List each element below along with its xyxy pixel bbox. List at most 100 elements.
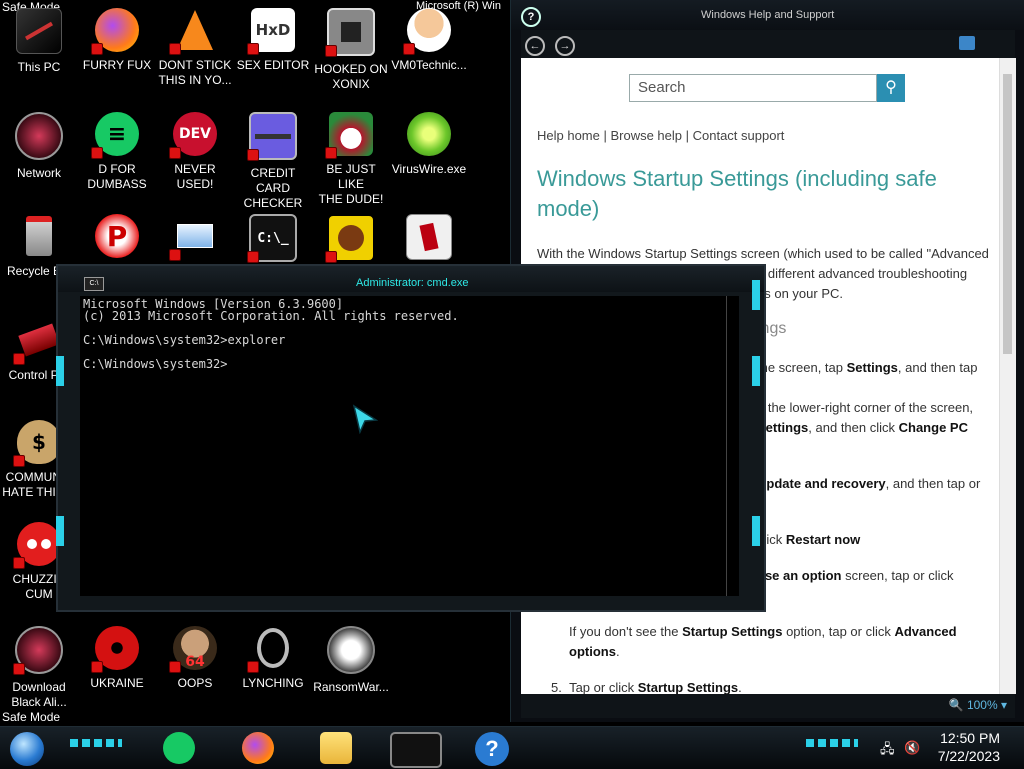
taskbar [0, 726, 1024, 769]
radiation-icon [91, 626, 139, 673]
forward-arrow-icon[interactable]: → [555, 36, 575, 56]
desktop-icon-label: RansomWar... [313, 680, 389, 694]
desktop-icon-label: BE JUST LIKE THE DUDE! [318, 162, 384, 206]
console-output[interactable]: Microsoft Windows [Version 6.3.9600] (c)… [80, 296, 726, 596]
firefox-icon [91, 8, 139, 55]
desktop-icon-network-share[interactable] [156, 214, 234, 264]
search-icon: ⚲ [885, 79, 897, 96]
network-icon [15, 112, 63, 160]
download-orb-icon [13, 626, 63, 675]
desktop-icon-label: VirusWire.exe [391, 162, 467, 176]
network-error-icon[interactable]: 🖧 [880, 740, 895, 762]
vlc-cone-icon [169, 8, 217, 55]
command-prompt-icon: C:\_ [247, 214, 297, 263]
cmd-window[interactable]: C:\ Administrator: cmd.exe Microsoft Win… [56, 264, 766, 612]
desktop-icon-network[interactable]: Network [0, 112, 78, 181]
desktop-icon-label: D FOR DUMBASS [87, 162, 147, 191]
clock-time: 12:50 PM [940, 730, 1000, 746]
cmd-window-title: Administrator: cmd.exe [356, 277, 469, 289]
help-navbar: ← → [521, 30, 1015, 58]
desktop-icon-cmd[interactable]: C:\_ [234, 214, 312, 268]
skull-icon [327, 626, 375, 674]
desktop-icon-furry-fux[interactable]: FURRY FUX [78, 8, 156, 73]
zoom-icon: 🔍 [948, 698, 964, 712]
step-c: Update and recovery, and then tap or [757, 476, 981, 491]
noose-icon [247, 626, 295, 673]
recycle-bin-icon [17, 214, 61, 258]
desktop-icon-sex-editor[interactable]: HxD SEX EDITOR [234, 8, 312, 73]
taskbar-deco-right [806, 739, 858, 747]
limewire-icon [407, 112, 451, 156]
desktop-icon-cards[interactable] [390, 214, 468, 266]
hex-editor-icon: HxD [247, 8, 295, 55]
spotify-icon: ≡ [91, 112, 139, 159]
desktop-icon-ransomware[interactable]: RansomWar... [312, 626, 390, 695]
desktop-icon-be-just-like-the-dude[interactable]: BE JUST LIKE THE DUDE! [312, 112, 390, 207]
scroll-thumb[interactable] [1003, 74, 1012, 354]
back-arrow-icon[interactable]: ← [525, 36, 545, 56]
desktop-icon-download-black-ali[interactable]: Download Black Ali... [0, 626, 78, 710]
taskbar-deco-left [70, 739, 122, 747]
person-face-icon: 64 [169, 626, 217, 673]
step-5: 5. Tap or click Startup Settings. [551, 680, 742, 694]
volume-muted-icon[interactable]: 🔇 [904, 740, 920, 756]
desktop-icon-this-pc[interactable]: This PC [0, 8, 78, 75]
chuzzle-icon [13, 522, 61, 569]
taskbar-cmd-icon[interactable] [390, 732, 442, 768]
desktop-icon-label: SEX EDITOR [236, 58, 310, 72]
help-window-title: Windows Help and Support [701, 9, 835, 21]
cmd-scrollbar[interactable] [726, 296, 739, 596]
frame-accent-left [56, 356, 64, 386]
desktop-icon-label: LYNCHING [242, 676, 304, 690]
desktop-icon-never-used[interactable]: DEV NEVER USED! [156, 112, 234, 192]
taskbar-firefox-icon[interactable] [242, 732, 274, 764]
desktop-icon-label: DONT STICK THIS IN YO... [158, 58, 232, 87]
step-e: ose an option screen, tap or click [757, 568, 954, 583]
desktop-icon-oops[interactable]: 64 OOPS [156, 626, 234, 691]
article-heading: Windows Startup Settings (including safe… [537, 166, 937, 221]
zoom-level[interactable]: 🔍 100% ▾ [949, 698, 1007, 712]
step-b2: Settings, and then click Change PC [757, 420, 968, 435]
frame-accent-right-lower [752, 516, 760, 546]
control-panel-icon [13, 318, 61, 365]
desktop-icon-dont-stick[interactable]: DONT STICK THIS IN YO... [156, 8, 234, 88]
cmd-window-icon: C:\ [84, 277, 104, 291]
desktop-icon-vm0technic[interactable]: VM0Technic... [390, 8, 468, 73]
desktop-icon-label: FURRY FUX [82, 58, 152, 72]
taskbar-clock[interactable]: 12:50 PM 7/22/2023 [938, 729, 1000, 765]
playing-cards-icon [406, 214, 452, 260]
money-bag-icon: $ [13, 420, 61, 467]
santa-elf-icon [325, 112, 373, 159]
start-button[interactable] [10, 732, 44, 766]
clock-date: 7/22/2023 [937, 748, 1000, 764]
step-b: p the lower-right corner of the screen, [757, 400, 974, 415]
frame-accent-right-mid [752, 356, 760, 386]
help-statusbar [521, 694, 1015, 718]
credit-card-icon [247, 112, 297, 161]
desktop-icon-hooked-on-xonix[interactable]: HOOKED ON XONIX [312, 8, 390, 92]
step-d: click Restart now [757, 532, 861, 547]
desktop-icon-viruswire[interactable]: VirusWire.exe [390, 112, 468, 177]
desktop-icon-ukraine[interactable]: UKRAINE [78, 626, 156, 691]
console-text: Microsoft Windows [Version 6.3.9600] (c)… [83, 297, 459, 371]
desktop-icon-label: NEVER USED! [174, 162, 216, 191]
print-icon[interactable] [959, 36, 975, 50]
desktop-icon-p-app[interactable]: P [78, 214, 156, 264]
help-scrollbar[interactable] [999, 58, 1016, 694]
mouse-cursor-icon [352, 404, 378, 434]
intro-line-2: n different advanced troubleshooting [757, 266, 968, 281]
help-links[interactable]: Help home | Browse help | Contact suppor… [537, 128, 784, 143]
desktop-icon-label: Network [16, 166, 61, 180]
desktop-icon-lynching[interactable]: LYNCHING [234, 626, 312, 691]
taskbar-file-explorer-icon[interactable] [320, 732, 352, 764]
search-button[interactable]: ⚲ [877, 74, 905, 102]
desktop-icon-beaver[interactable] [312, 214, 390, 268]
search-input[interactable]: Search [629, 74, 877, 102]
taskbar-help-icon[interactable]: ? [475, 732, 509, 766]
taskbar-spotify-icon[interactable] [163, 732, 195, 764]
step-a: the screen, tap Settings, and then tap [757, 360, 978, 375]
computer-icon [16, 8, 62, 54]
desktop-icon-credit-card-checker[interactable]: CREDIT CARD CHECKER [234, 112, 312, 211]
desktop-icon-d-for-dumbass[interactable]: ≡ D FOR DUMBASS [78, 112, 156, 192]
beaver-icon [325, 214, 375, 263]
